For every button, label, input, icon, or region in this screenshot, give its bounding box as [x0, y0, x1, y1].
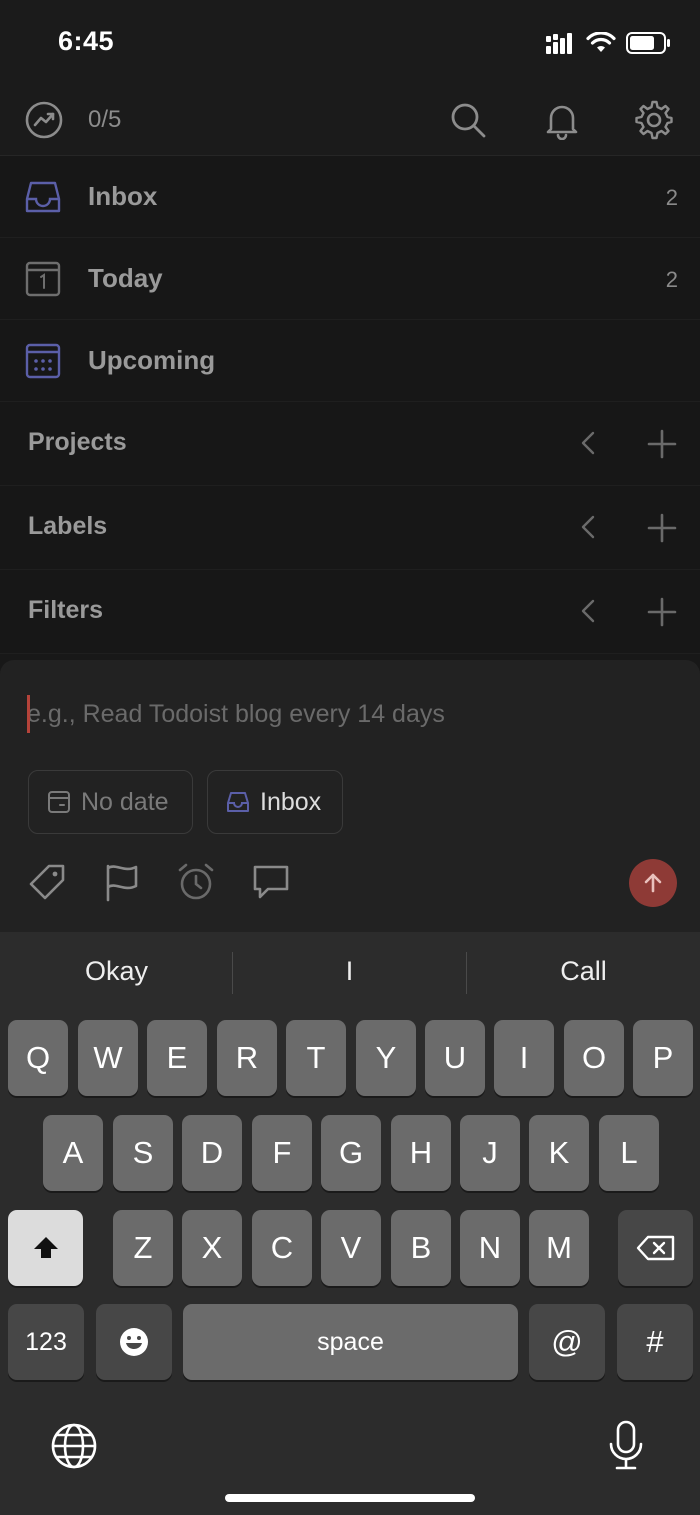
key-w[interactable]: W: [78, 1020, 138, 1096]
sidebar-item-count: 2: [665, 267, 678, 292]
section-labels[interactable]: Labels: [0, 486, 700, 570]
at-key[interactable]: @: [529, 1304, 605, 1380]
suggestion-2[interactable]: I: [233, 956, 466, 987]
sidebar-item-today[interactable]: Today 2: [0, 238, 700, 320]
key-j[interactable]: J: [460, 1115, 520, 1191]
calendar-icon: [48, 791, 70, 813]
key-u[interactable]: U: [425, 1020, 485, 1096]
add-label-icon[interactable]: [646, 512, 678, 544]
sidebar-nav: Inbox 2 Today 2 Upcoming Projects Labels…: [0, 156, 700, 654]
sidebar-item-inbox[interactable]: Inbox 2: [0, 156, 700, 238]
signal-icon: [546, 33, 572, 54]
backspace-icon: [636, 1235, 674, 1261]
arrow-up-icon: [644, 873, 662, 893]
key-c[interactable]: C: [252, 1210, 312, 1286]
key-g[interactable]: G: [321, 1115, 381, 1191]
karma-count[interactable]: 0/5: [88, 106, 121, 134]
emoji-key[interactable]: [96, 1304, 172, 1380]
suggestion-bar: Okay I Call: [0, 932, 700, 1016]
priority-flag-icon[interactable]: [102, 862, 142, 902]
home-indicator[interactable]: [225, 1494, 475, 1502]
key-z[interactable]: Z: [113, 1210, 173, 1286]
emoji-icon: [120, 1328, 148, 1356]
key-b[interactable]: B: [391, 1210, 451, 1286]
suggestion-1[interactable]: Okay: [0, 956, 233, 987]
task-name-input[interactable]: [27, 690, 667, 738]
key-x[interactable]: X: [182, 1210, 242, 1286]
inbox-icon: [25, 181, 61, 213]
karma-trend-icon[interactable]: [24, 100, 64, 140]
wifi-icon: [586, 32, 616, 52]
text-cursor: [27, 695, 30, 733]
section-label: Projects: [28, 428, 127, 456]
add-filter-icon[interactable]: [646, 596, 678, 628]
sidebar-item-label: Today: [88, 263, 163, 293]
due-date-label: No date: [81, 787, 169, 816]
key-d[interactable]: D: [182, 1115, 242, 1191]
key-r[interactable]: R: [217, 1020, 277, 1096]
search-icon[interactable]: [448, 100, 488, 140]
space-key[interactable]: space: [183, 1304, 518, 1380]
key-n[interactable]: N: [460, 1210, 520, 1286]
project-label: Inbox: [260, 787, 322, 816]
reminder-alarm-icon[interactable]: [176, 862, 216, 902]
key-e[interactable]: E: [147, 1020, 207, 1096]
sidebar-item-label: Upcoming: [88, 345, 216, 375]
app-root: 6:45 0/5 Inbox 2 Today 2 Upcoming Projec…: [0, 0, 700, 1515]
due-date-chip[interactable]: No date: [28, 770, 193, 834]
key-a[interactable]: A: [43, 1115, 103, 1191]
status-icons: [546, 28, 672, 58]
bell-icon[interactable]: [542, 100, 582, 140]
key-v[interactable]: V: [321, 1210, 381, 1286]
hash-key[interactable]: #: [617, 1304, 693, 1380]
sidebar-item-upcoming[interactable]: Upcoming: [0, 320, 700, 402]
key-i[interactable]: I: [494, 1020, 554, 1096]
add-project-icon[interactable]: [646, 428, 678, 460]
top-bar: 0/5: [0, 88, 700, 156]
status-time: 6:45: [58, 26, 115, 56]
delete-key[interactable]: [618, 1210, 693, 1286]
status-bar: 6:45: [0, 0, 700, 88]
key-h[interactable]: H: [391, 1115, 451, 1191]
send-task-button[interactable]: [629, 859, 677, 907]
label-tag-icon[interactable]: [27, 862, 67, 902]
suggestion-3[interactable]: Call: [467, 956, 700, 987]
key-l[interactable]: L: [599, 1115, 659, 1191]
section-label: Filters: [28, 596, 104, 624]
key-k[interactable]: K: [529, 1115, 589, 1191]
project-chip[interactable]: Inbox: [207, 770, 343, 834]
battery-icon: [626, 32, 670, 54]
section-label: Labels: [28, 512, 108, 540]
shift-key[interactable]: [8, 1210, 83, 1286]
key-t[interactable]: T: [286, 1020, 346, 1096]
key-y[interactable]: Y: [356, 1020, 416, 1096]
key-p[interactable]: P: [633, 1020, 693, 1096]
comment-icon[interactable]: [251, 862, 291, 902]
section-filters[interactable]: Filters: [0, 570, 700, 654]
key-m[interactable]: M: [529, 1210, 589, 1286]
gear-icon[interactable]: [634, 100, 674, 140]
microphone-icon[interactable]: [606, 1420, 646, 1472]
calendar-upcoming-icon: [25, 343, 61, 379]
calendar-today-icon: [25, 261, 61, 297]
chevron-left-icon[interactable]: [576, 512, 600, 542]
inbox-icon: [227, 792, 249, 812]
chevron-left-icon[interactable]: [576, 596, 600, 626]
chevron-left-icon[interactable]: [576, 428, 600, 458]
key-q[interactable]: Q: [8, 1020, 68, 1096]
sidebar-item-count: 2: [665, 185, 678, 210]
key-s[interactable]: S: [113, 1115, 173, 1191]
keyboard: Okay I Call Q W E R T Y U I O P A S D F …: [0, 932, 700, 1515]
key-o[interactable]: O: [564, 1020, 624, 1096]
quick-add-panel: No date Inbox: [0, 660, 700, 932]
shift-arrow-icon: [33, 1237, 58, 1258]
numbers-key[interactable]: 123: [8, 1304, 84, 1380]
sidebar-item-label: Inbox: [88, 181, 158, 211]
globe-icon[interactable]: [50, 1422, 98, 1470]
section-projects[interactable]: Projects: [0, 402, 700, 486]
key-f[interactable]: F: [252, 1115, 312, 1191]
